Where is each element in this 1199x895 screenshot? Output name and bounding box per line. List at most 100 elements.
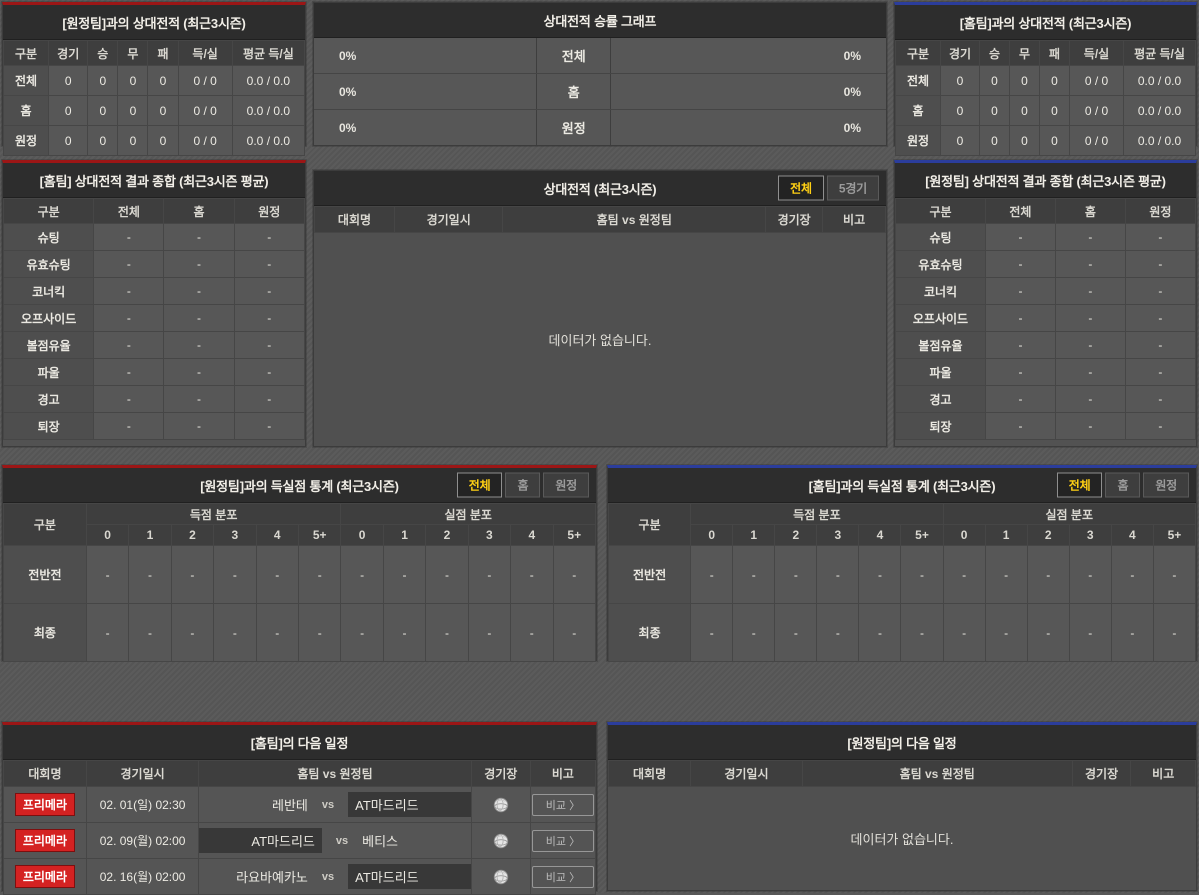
- panel-schedule-home: [홈팀]의 다음 일정 대회명 경기일시 홈팀 vs 원정팀 경기장 비고 프리메라 02…: [2, 722, 597, 895]
- stat-cell: 0: [48, 95, 89, 126]
- empty-message: 데이터가 없습니다.: [314, 233, 886, 446]
- tab-active[interactable]: 전체: [778, 175, 824, 201]
- stat-cell: -: [984, 603, 1028, 662]
- stat-cell: -: [1152, 603, 1197, 662]
- stat-cell: -: [816, 603, 860, 662]
- stat-cell: 0: [117, 65, 149, 96]
- panel-summary-home: [홈팀] 상대전적 결과 종합 (최근3시즌 평균) 구분 전체 홈 원정 슈팅 - - -…: [2, 160, 306, 447]
- stat-cell: -: [1124, 277, 1197, 305]
- column-header: 1: [732, 524, 776, 546]
- tab[interactable]: 홈: [505, 472, 541, 498]
- stat-cell: -: [1054, 412, 1126, 440]
- panel-goals-home: [홈팀]과의 득실점 통계 (최근3시즌) 전체 홈 원정 구분 득점 분포 실점 …: [607, 465, 1197, 662]
- stat-cell: -: [510, 603, 554, 662]
- vs-label: vs: [321, 870, 335, 883]
- tab[interactable]: 원정: [1143, 472, 1189, 498]
- stat-cell: 0 / 0: [1069, 125, 1124, 156]
- stat-cell: -: [1124, 385, 1197, 413]
- row-label: 퇴장: [2, 412, 95, 440]
- panel-schedule-away: [원정팀]의 다음 일정 대회명 경기일시 홈팀 vs 원정팀 경기장 비고 데이터가 …: [607, 722, 1197, 891]
- column-header: 5+: [900, 524, 944, 546]
- column-header: 5+: [297, 524, 342, 546]
- tab[interactable]: 5경기: [826, 175, 879, 201]
- row-label: 최종: [607, 603, 692, 662]
- table-header-row: 구분 전체 홈 원정: [895, 198, 1197, 224]
- table-row: 최종 - - - - - - - - - - - -: [607, 603, 1197, 662]
- stat-cell: -: [93, 304, 165, 332]
- stat-cell: 0.0 / 0.0: [1123, 65, 1196, 96]
- stat-cell: -: [942, 603, 986, 662]
- stadium-globe-icon[interactable]: [492, 796, 510, 814]
- panel-title-text: [원정팀]과의 득실점 통계 (최근3시즌): [200, 479, 399, 494]
- home-winrate-bar: 0%: [314, 74, 538, 109]
- tab-active[interactable]: 전체: [456, 472, 503, 498]
- away-team-name: AT마드리드: [348, 792, 471, 817]
- table-row: 퇴장 - - -: [2, 412, 306, 440]
- score-group-header: 득점 분포: [690, 503, 944, 525]
- column-header: 경기일시: [393, 206, 504, 233]
- tab-active[interactable]: 전체: [1056, 472, 1103, 498]
- vs-label: vs: [321, 798, 335, 811]
- column-header: 경기장: [470, 760, 531, 787]
- column-header: 홈팀 vs 원정팀: [198, 760, 472, 787]
- stadium-globe-icon[interactable]: [492, 832, 510, 850]
- stat-cell: -: [774, 545, 818, 604]
- table-row: 원정 0 0 0 0 0 / 0 0.0 / 0.0: [895, 125, 1196, 156]
- row-label: 전반전: [607, 545, 692, 604]
- compare-button[interactable]: 비교 〉: [531, 793, 595, 816]
- column-header: 구분: [2, 198, 95, 224]
- stat-cell: 0: [940, 65, 980, 96]
- stat-cell: -: [942, 545, 986, 604]
- corner-header: 구분: [607, 503, 692, 546]
- table-row: 유효슈팅 - - -: [2, 250, 306, 278]
- tab[interactable]: 원정: [543, 472, 589, 498]
- row-label: 파울: [2, 358, 95, 386]
- schedule-row: 프리메라 02. 09(월) 02:00 AT마드리드 vs 베티스 비교 〉: [3, 822, 597, 859]
- summary-away-table: 구분 전체 홈 원정 슈팅 - - - 유효슈팅 - - - 코너킥 - - - 오프사이드 - - - 볼점유율 - -…: [895, 198, 1197, 440]
- compare-cell: 비교 〉: [529, 786, 597, 823]
- stat-cell: -: [233, 331, 306, 359]
- table-header-row: 대회명 경기일시 홈팀 vs 원정팀 경기장 비고: [607, 760, 1196, 787]
- stat-cell: 0: [48, 65, 89, 96]
- panel-title: [홈팀]과의 득실점 통계 (최근3시즌) 전체 홈 원정: [608, 468, 1196, 503]
- row-label: 전체: [2, 65, 50, 96]
- stat-cell: 0: [940, 95, 980, 126]
- stat-cell: -: [1124, 358, 1197, 386]
- column-header: 원정: [1124, 198, 1197, 224]
- stat-cell: -: [163, 358, 235, 386]
- row-label: 유효슈팅: [2, 250, 95, 278]
- stat-cell: 0: [1009, 65, 1040, 96]
- row-label: 최종: [3, 603, 87, 662]
- row-label: 전반전: [3, 545, 87, 604]
- stat-cell: -: [233, 250, 306, 278]
- panel-title-text: 상대전적 (최근3시즌): [543, 182, 657, 197]
- column-header: 2: [170, 524, 215, 546]
- table-row: 파울 - - -: [2, 358, 306, 386]
- stadium-globe-icon[interactable]: [492, 868, 510, 886]
- column-header: 패: [147, 40, 179, 66]
- row-label: 코너킥: [895, 277, 986, 305]
- stat-cell: -: [85, 603, 130, 662]
- column-header: 1: [984, 524, 1028, 546]
- panel-title: [홈팀]의 다음 일정: [3, 725, 596, 760]
- table-row: 홈00000 / 0 0.0 / 0.0: [2, 95, 306, 126]
- winrate-row: 0% 전체 0%: [314, 38, 886, 74]
- winrate-row-label: 홈: [537, 74, 612, 109]
- table-row: 전반전 - - - - - - - - - - - -: [607, 545, 1197, 604]
- table-row: 볼점유율 - - -: [2, 331, 306, 359]
- column-header: 무: [1009, 40, 1040, 66]
- panel-h2h-home: [홈팀]과의 상대전적 (최근3시즌) 구분 경기 승 무 패 득/실 평균 득/실 전체 0…: [894, 2, 1197, 156]
- stat-cell: -: [233, 385, 306, 413]
- panel-title: [원정팀]과의 상대전적 (최근3시즌): [3, 5, 305, 40]
- compare-button[interactable]: 비교 〉: [531, 865, 595, 888]
- tab[interactable]: 홈: [1105, 472, 1141, 498]
- stat-cell: -: [213, 603, 257, 662]
- stat-cell: -: [985, 250, 1056, 278]
- home-team-name: AT마드리드: [199, 828, 322, 853]
- column-header: 경기일시: [85, 760, 200, 787]
- compare-button[interactable]: 비교 〉: [531, 829, 595, 852]
- stat-cell: -: [255, 545, 299, 604]
- goals-away-tabs: 전체 홈 원정: [456, 472, 589, 498]
- column-header: 비고: [1130, 760, 1196, 787]
- stat-cell: -: [255, 603, 299, 662]
